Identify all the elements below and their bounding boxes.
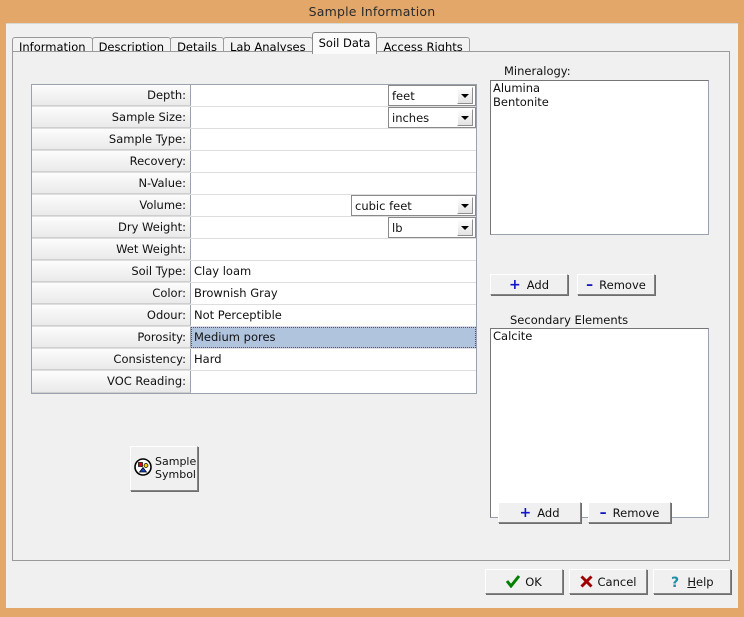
unit-combo-value: inches bbox=[389, 111, 457, 125]
row-value-voc-reading[interactable] bbox=[191, 371, 476, 393]
grid-row-voc-reading: VOC Reading: bbox=[32, 371, 476, 393]
grid-row-volume: Volume: cubic feet bbox=[32, 195, 476, 217]
button-label: Remove bbox=[599, 278, 646, 292]
sample-symbol-label: Sample Symbol bbox=[155, 456, 196, 481]
mineralogy-label: Mineralogy: bbox=[504, 64, 571, 78]
row-value-sample-type[interactable] bbox=[191, 129, 476, 150]
row-value-porosity[interactable]: Medium pores bbox=[191, 327, 476, 348]
sample-symbol-label-line1: Sample bbox=[155, 455, 196, 468]
row-value-color[interactable]: Brownish Gray bbox=[191, 283, 476, 304]
row-label: Sample Size: bbox=[32, 107, 191, 128]
plus-icon: + bbox=[509, 280, 521, 290]
row-label: Sample Type: bbox=[32, 129, 191, 150]
ok-button[interactable]: OK bbox=[485, 569, 563, 594]
button-label: Cancel bbox=[598, 575, 637, 589]
row-label: Volume: bbox=[32, 195, 191, 216]
mineralogy-remove-button[interactable]: – Remove bbox=[577, 274, 655, 295]
window-title: Sample Information bbox=[309, 4, 436, 19]
row-label: Consistency: bbox=[32, 349, 191, 370]
grid-row-sample-type: Sample Type: bbox=[32, 129, 476, 151]
help-accel-char: H bbox=[687, 575, 696, 589]
grid-row-wet-weight: Wet Weight: bbox=[32, 239, 476, 261]
row-label: Color: bbox=[32, 283, 191, 304]
unit-combo-volume[interactable]: cubic feet bbox=[351, 195, 476, 216]
chevron-down-icon[interactable] bbox=[457, 109, 473, 126]
row-label: N-Value: bbox=[32, 173, 191, 194]
chevron-down-icon[interactable] bbox=[457, 87, 473, 104]
button-label: Remove bbox=[613, 506, 660, 520]
row-value-n-value[interactable] bbox=[191, 173, 476, 194]
list-item[interactable]: Alumina bbox=[492, 82, 708, 96]
sample-symbol-icon bbox=[134, 458, 152, 479]
grid-row-soil-type: Soil Type: Clay loam bbox=[32, 261, 476, 283]
grid-row-recovery: Recovery: bbox=[32, 151, 476, 173]
row-label: Porosity: bbox=[32, 327, 191, 348]
tab-soil-data[interactable]: Soil Data bbox=[312, 32, 378, 54]
row-value-wet-weight[interactable] bbox=[191, 239, 476, 260]
row-label: Recovery: bbox=[32, 151, 191, 172]
cancel-button[interactable]: Cancel bbox=[569, 569, 647, 594]
row-value-odour[interactable]: Not Perceptible bbox=[191, 305, 476, 326]
help-label-rest: elp bbox=[696, 575, 714, 589]
grid-row-odour: Odour: Not Perceptible bbox=[32, 305, 476, 327]
row-label: Soil Type: bbox=[32, 261, 191, 282]
close-icon bbox=[580, 575, 593, 588]
row-label: Dry Weight: bbox=[32, 217, 191, 238]
button-label: Add bbox=[527, 278, 549, 292]
unit-combo-value: cubic feet bbox=[352, 199, 457, 213]
dialog-window: Sample Information Information Descripti… bbox=[0, 0, 744, 617]
tab-strip: Information Description Details Lab Anal… bbox=[12, 32, 469, 52]
minus-icon: – bbox=[586, 280, 593, 290]
dialog-footer: OK Cancel ? Help bbox=[6, 561, 738, 609]
sample-symbol-label-line2: Symbol bbox=[155, 468, 196, 481]
unit-combo-sample-size[interactable]: inches bbox=[388, 107, 476, 128]
help-button[interactable]: ? Help bbox=[653, 569, 731, 594]
soil-property-grid: Depth: feet Sample Size: inches bbox=[31, 84, 477, 394]
secondary-elements-label: Secondary Elements bbox=[510, 313, 628, 327]
row-value-recovery[interactable] bbox=[191, 151, 476, 172]
tab-page-soil-data: Depth: feet Sample Size: inches bbox=[12, 51, 730, 561]
grid-row-n-value: N-Value: bbox=[32, 173, 476, 195]
button-label: Add bbox=[537, 506, 559, 520]
question-mark-icon: ? bbox=[670, 575, 682, 589]
row-value-consistency[interactable]: Hard bbox=[191, 349, 476, 370]
unit-combo-value: lb bbox=[389, 221, 457, 235]
sample-symbol-button[interactable]: Sample Symbol bbox=[130, 446, 198, 491]
list-item[interactable]: Calcite bbox=[492, 330, 708, 344]
secondary-elements-listbox[interactable]: Calcite bbox=[490, 328, 709, 518]
row-label: VOC Reading: bbox=[32, 371, 191, 393]
minus-icon: – bbox=[600, 508, 607, 518]
row-label: Depth: bbox=[32, 85, 191, 106]
chevron-down-icon[interactable] bbox=[457, 219, 473, 236]
grid-row-sample-size: Sample Size: inches bbox=[32, 107, 476, 129]
unit-combo-dry-weight[interactable]: lb bbox=[388, 217, 476, 238]
grid-row-porosity: Porosity: Medium pores bbox=[32, 327, 476, 349]
row-value-soil-type[interactable]: Clay loam bbox=[191, 261, 476, 282]
window-title-bar: Sample Information bbox=[0, 0, 744, 23]
grid-row-dry-weight: Dry Weight: lb bbox=[32, 217, 476, 239]
button-label: Help bbox=[687, 575, 713, 589]
plus-icon: + bbox=[520, 508, 532, 518]
row-label: Wet Weight: bbox=[32, 239, 191, 260]
check-icon bbox=[506, 575, 520, 588]
grid-row-depth: Depth: feet bbox=[32, 85, 476, 107]
unit-combo-depth[interactable]: feet bbox=[388, 85, 476, 106]
unit-combo-value: feet bbox=[389, 89, 457, 103]
row-label: Odour: bbox=[32, 305, 191, 326]
secondary-elements-add-button[interactable]: + Add bbox=[498, 502, 581, 523]
chevron-down-icon[interactable] bbox=[457, 197, 473, 214]
button-label: OK bbox=[525, 575, 542, 589]
tab-label: Soil Data bbox=[319, 36, 371, 50]
grid-row-color: Color: Brownish Gray bbox=[32, 283, 476, 305]
secondary-elements-remove-button[interactable]: – Remove bbox=[588, 502, 671, 523]
dialog-client-area: Information Description Details Lab Anal… bbox=[6, 23, 738, 608]
mineralogy-add-button[interactable]: + Add bbox=[490, 274, 568, 295]
grid-row-consistency: Consistency: Hard bbox=[32, 349, 476, 371]
list-item[interactable]: Bentonite bbox=[492, 96, 708, 110]
mineralogy-listbox[interactable]: Alumina Bentonite bbox=[490, 80, 709, 235]
svg-text:?: ? bbox=[671, 575, 679, 589]
